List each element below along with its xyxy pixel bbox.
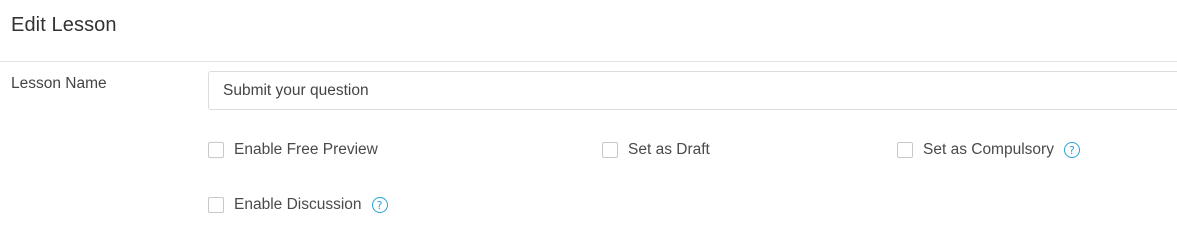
enable-discussion-label: Enable Discussion (234, 196, 362, 213)
header-divider (0, 61, 1177, 62)
set-as-draft-option[interactable]: Set as Draft (602, 139, 710, 161)
enable-free-preview-checkbox[interactable] (208, 142, 224, 158)
lesson-name-input[interactable] (208, 71, 1177, 110)
set-as-compulsory-option[interactable]: Set as Compulsory ? (897, 139, 1080, 161)
page-title: Edit Lesson (11, 14, 117, 36)
lesson-name-label: Lesson Name (11, 75, 107, 92)
enable-discussion-option[interactable]: Enable Discussion ? (208, 194, 388, 216)
edit-lesson-panel: Edit Lesson Lesson Name Enable Free Prev… (0, 0, 1177, 248)
set-as-draft-label: Set as Draft (628, 141, 710, 158)
set-as-compulsory-label: Set as Compulsory (923, 141, 1054, 158)
set-as-draft-checkbox[interactable] (602, 142, 618, 158)
set-as-compulsory-checkbox[interactable] (897, 142, 913, 158)
question-circle-icon[interactable]: ? (1063, 142, 1080, 158)
enable-discussion-checkbox[interactable] (208, 197, 224, 213)
enable-free-preview-label: Enable Free Preview (234, 141, 378, 158)
question-circle-icon[interactable]: ? (371, 197, 388, 213)
enable-free-preview-option[interactable]: Enable Free Preview (208, 139, 378, 161)
